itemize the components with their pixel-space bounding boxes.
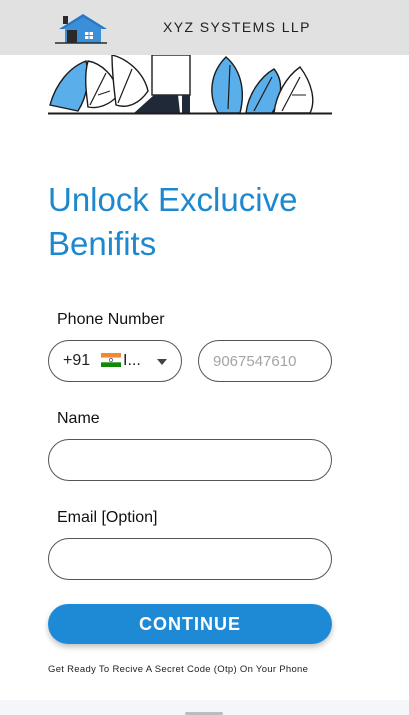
india-flag-icon (101, 353, 121, 367)
brand-name: XYZ SYSTEMS LLP (163, 19, 311, 35)
continue-button[interactable]: CONTINUE (48, 604, 332, 644)
phone-label: Phone Number (57, 311, 165, 328)
email-field[interactable] (48, 538, 332, 580)
name-input[interactable] (49, 440, 331, 480)
otp-note: Get Ready To Recive A Secret Code (Otp) … (48, 664, 309, 675)
country-code-select[interactable]: +91 I... (48, 340, 182, 382)
name-label: Name (57, 410, 100, 427)
page-title: Unlock Exclucive Benifits (48, 181, 298, 262)
house-logo-icon (55, 14, 107, 44)
country-name: I... (123, 352, 141, 369)
email-label: Email [Option] (57, 509, 158, 526)
name-field[interactable] (48, 439, 332, 481)
country-code: +91 (63, 352, 91, 369)
phone-input[interactable] (199, 341, 331, 381)
email-input[interactable] (49, 539, 331, 579)
phone-field[interactable] (198, 340, 332, 382)
leaves-illustration (48, 55, 332, 115)
app-header: XYZ SYSTEMS LLP (0, 0, 409, 55)
chevron-down-icon (157, 359, 167, 365)
